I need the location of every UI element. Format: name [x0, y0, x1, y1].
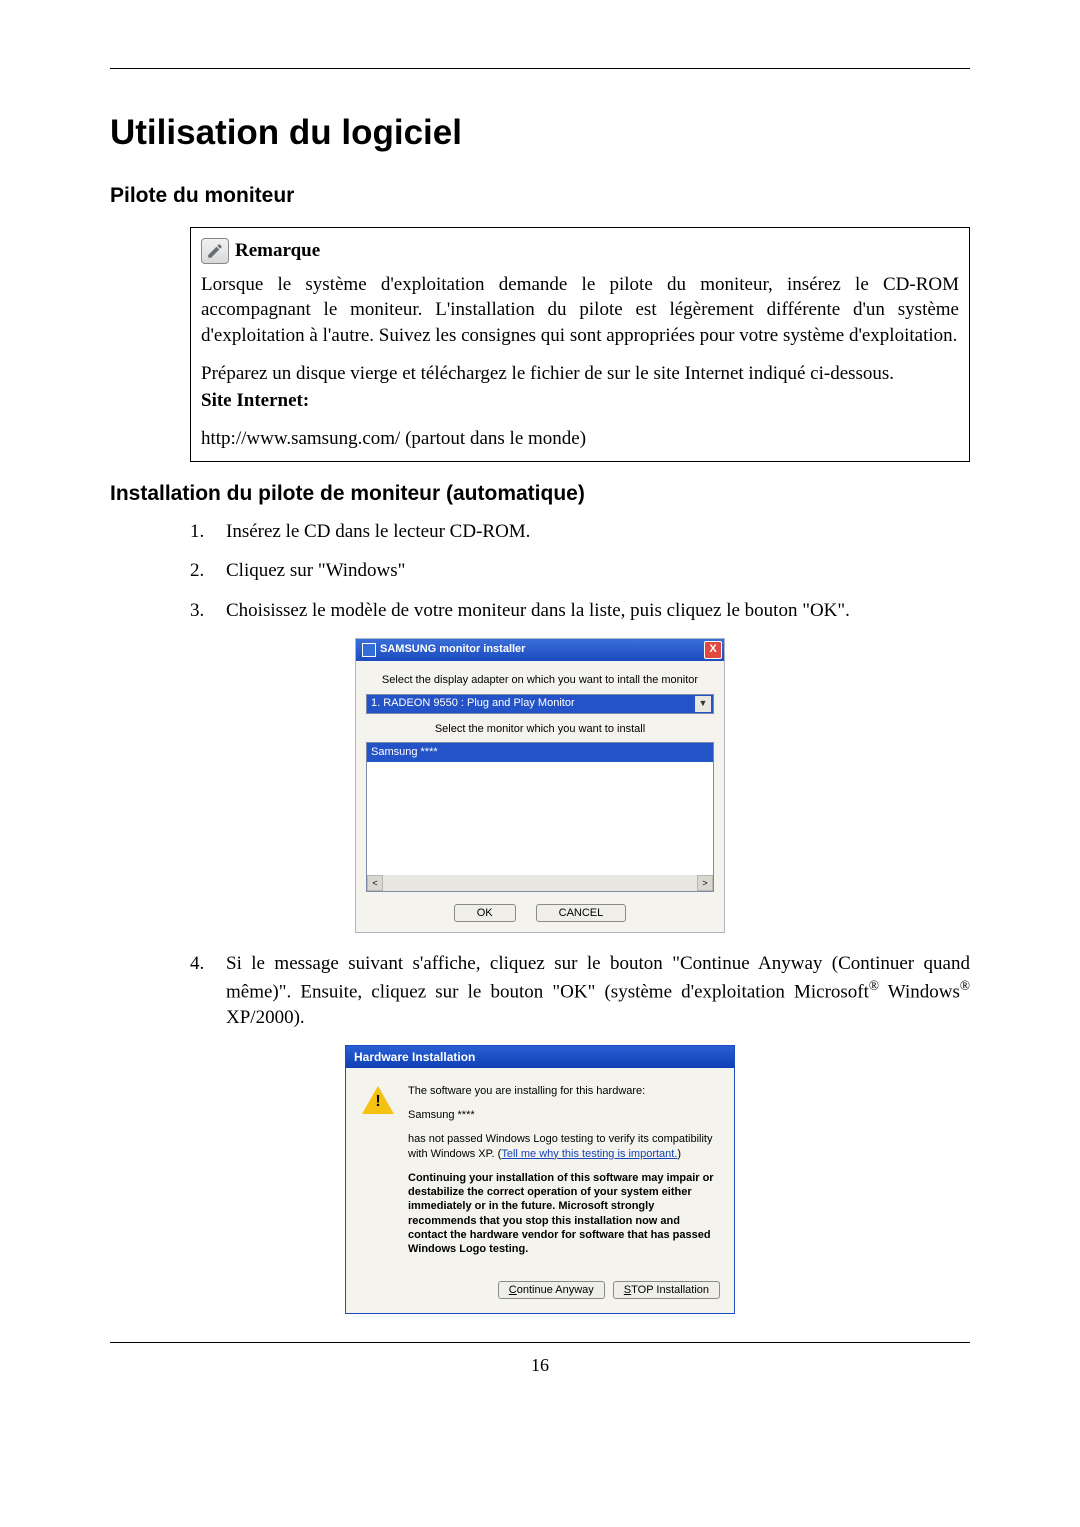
continue-anyway-button[interactable]: Continue Anyway — [498, 1281, 605, 1299]
step-number: 3. — [190, 598, 226, 624]
step-text: Choisissez le modèle de votre moniteur d… — [226, 598, 970, 624]
list-item[interactable]: Samsung **** — [367, 743, 713, 762]
step-number: 4. — [190, 951, 226, 1030]
dialog-titlebar: Hardware Installation — [346, 1046, 734, 1068]
step-3: 3. Choisissez le modèle de votre moniteu… — [190, 598, 970, 624]
note-paragraph-1: Lorsque le système d'exploitation demand… — [201, 272, 959, 349]
step-number: 2. — [190, 558, 226, 584]
note-header: Remarque — [201, 238, 959, 264]
figure-installer: SAMSUNG monitor installer X Select the d… — [110, 638, 970, 934]
horizontal-scrollbar[interactable]: < > — [367, 875, 713, 891]
warn-line-1: The software you are installing for this… — [408, 1084, 718, 1098]
dialog-title: SAMSUNG monitor installer — [380, 642, 525, 657]
combobox-value: 1. RADEON 9550 : Plug and Play Monitor — [371, 696, 575, 711]
close-icon[interactable]: X — [704, 641, 722, 659]
ok-button[interactable]: OK — [454, 904, 516, 922]
monitor-listbox[interactable]: Samsung **** < > — [366, 742, 714, 892]
page-title: Utilisation du logiciel — [110, 109, 970, 156]
note-site-label: Site Internet: — [201, 390, 309, 411]
warn-line-4: Continuing your installation of this sof… — [408, 1171, 718, 1257]
footer-rule — [110, 1342, 970, 1343]
chevron-down-icon[interactable]: ▼ — [695, 696, 711, 712]
note-paragraph-2: Préparez un disque vierge et téléchargez… — [201, 361, 959, 387]
adapter-combobox[interactable]: 1. RADEON 9550 : Plug and Play Monitor ▼ — [366, 694, 714, 714]
note-url: http://www.samsung.com/ (partout dans le… — [201, 426, 959, 452]
figure-hardware-warning: Hardware Installation The software you a… — [110, 1045, 970, 1314]
samsung-installer-dialog: SAMSUNG monitor installer X Select the d… — [355, 638, 725, 934]
step-list-cont: 4. Si le message suivant s'affiche, cliq… — [190, 951, 970, 1030]
note-icon — [201, 238, 229, 264]
step-text: Insérez le CD dans le lecteur CD-ROM. — [226, 519, 970, 545]
step-2: 2. Cliquez sur "Windows" — [190, 558, 970, 584]
step-list: 1. Insérez le CD dans le lecteur CD-ROM.… — [190, 519, 970, 624]
scroll-left-icon[interactable]: < — [367, 875, 383, 891]
step-number: 1. — [190, 519, 226, 545]
step-text: Si le message suivant s'affiche, cliquez… — [226, 951, 970, 1030]
section-heading-install: Installation du pilote de moniteur (auto… — [110, 480, 970, 508]
header-rule — [110, 68, 970, 69]
note-box: Remarque Lorsque le système d'exploitati… — [190, 227, 970, 463]
step-text: Cliquez sur "Windows" — [226, 558, 970, 584]
app-icon — [362, 643, 376, 657]
monitor-label: Select the monitor which you want to ins… — [366, 722, 714, 737]
section-heading-driver: Pilote du moniteur — [110, 182, 970, 210]
page-number: 16 — [110, 1353, 970, 1377]
adapter-label: Select the display adapter on which you … — [366, 673, 714, 688]
warn-line-2: Samsung **** — [408, 1108, 718, 1122]
dialog-titlebar: SAMSUNG monitor installer X — [356, 639, 724, 661]
note-title: Remarque — [235, 238, 320, 264]
stop-installation-button[interactable]: STOP Installation — [613, 1281, 720, 1299]
scroll-right-icon[interactable]: > — [697, 875, 713, 891]
testing-important-link[interactable]: Tell me why this testing is important. — [501, 1148, 677, 1160]
step-4: 4. Si le message suivant s'affiche, cliq… — [190, 951, 970, 1030]
hardware-installation-dialog: Hardware Installation The software you a… — [345, 1045, 735, 1314]
warning-icon — [362, 1084, 394, 1114]
step-1: 1. Insérez le CD dans le lecteur CD-ROM. — [190, 519, 970, 545]
dialog-message: The software you are installing for this… — [408, 1084, 718, 1267]
warn-line-3: has not passed Windows Logo testing to v… — [408, 1132, 718, 1161]
cancel-button[interactable]: CANCEL — [536, 904, 627, 922]
